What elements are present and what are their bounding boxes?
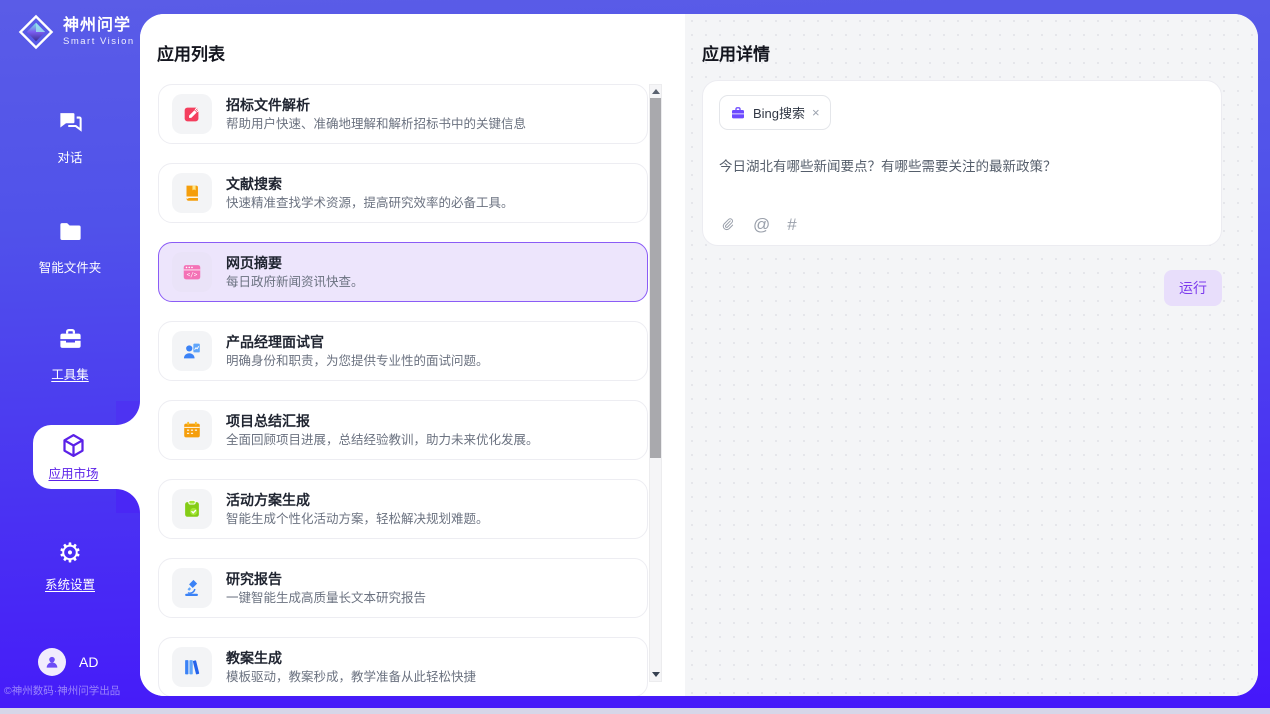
bubble-curve-bottom [116,489,140,513]
copyright-text: ©神州数码·神州问学出品 [4,683,120,698]
app-card-event-plan[interactable]: 活动方案生成 智能生成个性化活动方案，轻松解决规划难题。 [158,479,648,539]
app-detail-panel: 应用详情 Bing搜索 × 今日湖北有哪些新闻要点？有哪些需要关注的最新政策？ [685,14,1258,696]
scrollbar-thumb[interactable] [650,98,661,458]
tool-tag-label: Bing搜索 [753,103,805,122]
user-name: AD [79,654,98,670]
browser-code-icon: </> [181,261,203,283]
app-name: 项目总结汇报 [226,414,539,428]
scrollbar-up-button[interactable] [650,85,661,98]
gear-icon: ⚙ [58,538,82,568]
app-list: 招标文件解析 帮助用户快速、准确地理解和解析招标书中的关键信息 文献搜索 [158,84,648,696]
bubble-curve-top [116,401,140,425]
prompt-toolbar: @ # [719,216,797,233]
paperclip-icon[interactable] [719,216,736,233]
app-description: 全面回顾项目进展，总结经验教训，助力未来优化发展。 [226,434,539,447]
brand-logo: 神州问学 Smart Vision [16,12,135,52]
briefcase-icon [730,105,746,121]
user-account[interactable]: AD [38,648,98,676]
sidebar-item-toolset[interactable]: 工具集 [0,325,140,383]
sidebar-item-label: 系统设置 [0,574,140,593]
app-name: 教案生成 [226,651,476,665]
content-area: 应用列表 招标文件解析 帮助用户快速、准确地理解和解析招标书中的关键信息 [140,14,1258,696]
app-card-research-report[interactable]: 研究报告 一键智能生成高质量长文本研究报告 [158,558,648,618]
app-card-pm-interviewer[interactable]: 产品经理面试官 明确身份和职责，为您提供专业性的面试问题。 [158,321,648,381]
hash-icon[interactable]: # [787,216,796,233]
scrollbar-down-button[interactable] [650,668,661,681]
avatar[interactable] [38,648,66,676]
sidebar-item-settings[interactable]: ⚙ 系统设置 [0,540,140,593]
edit-document-icon [181,103,203,125]
book-icon [181,182,203,204]
sidebar: 神州问学 Smart Vision 对话 智能文件夹 工具集 [0,0,140,708]
diamond-logo-icon [16,12,56,52]
brand-subtitle: Smart Vision [63,36,135,47]
brand-name: 神州问学 [63,17,135,35]
person-icon [44,654,60,670]
tool-tag-bing-search[interactable]: Bing搜索 × [719,95,831,130]
sidebar-item-label: 对话 [0,147,140,166]
prompt-text[interactable]: 今日湖北有哪些新闻要点？有哪些需要关注的最新政策？ [719,155,1205,175]
app-name: 活动方案生成 [226,493,489,507]
app-description: 智能生成个性化活动方案，轻松解决规划难题。 [226,513,489,526]
clipboard-check-icon [181,498,203,520]
app-name: 招标文件解析 [226,98,526,112]
mention-icon[interactable]: @ [753,216,770,233]
app-card-lesson-plan[interactable]: 教案生成 模板驱动，教案秒成，教学准备从此轻松快捷 [158,637,648,696]
folder-icon [57,218,84,245]
sidebar-item-app-market[interactable]: 应用市场 [33,425,140,489]
microscope-icon [181,577,203,599]
chat-icon [57,108,84,135]
app-card-bid-document-parse[interactable]: 招标文件解析 帮助用户快速、准确地理解和解析招标书中的关键信息 [158,84,648,144]
close-icon[interactable]: × [812,106,820,119]
app-name: 产品经理面试官 [226,335,489,349]
app-description: 每日政府新闻资讯快查。 [226,276,364,289]
app-window: 神州问学 Smart Vision 对话 智能文件夹 工具集 [0,0,1270,708]
svg-text:</>: </> [187,271,198,278]
app-card-literature-search[interactable]: 文献搜索 快速精准查找学术资源，提高研究效率的必备工具。 [158,163,648,223]
app-description: 快速精准查找学术资源，提高研究效率的必备工具。 [226,197,514,210]
prompt-card[interactable]: Bing搜索 × 今日湖北有哪些新闻要点？有哪些需要关注的最新政策？ @ # [702,80,1222,246]
cube-icon [60,432,87,459]
app-card-web-summary[interactable]: </> 网页摘要 每日政府新闻资讯快查。 [158,242,648,302]
sidebar-item-label: 应用市场 [48,463,98,482]
app-list-panel: 应用列表 招标文件解析 帮助用户快速、准确地理解和解析招标书中的关键信息 [140,14,685,696]
app-description: 帮助用户快速、准确地理解和解析招标书中的关键信息 [226,118,526,131]
app-description: 一键智能生成高质量长文本研究报告 [226,592,426,605]
app-card-project-summary[interactable]: 项目总结汇报 全面回顾项目进展，总结经验教训，助力未来优化发展。 [158,400,648,460]
sidebar-item-smart-folder[interactable]: 智能文件夹 [0,218,140,276]
interviewer-icon [181,340,203,362]
app-list-title: 应用列表 [157,40,225,65]
toolbox-icon [57,325,84,352]
app-name: 研究报告 [226,572,426,586]
app-description: 模板驱动，教案秒成，教学准备从此轻松快捷 [226,671,476,684]
app-name: 文献搜索 [226,177,514,191]
app-name: 网页摘要 [226,256,364,270]
sidebar-item-chat[interactable]: 对话 [0,108,140,166]
sidebar-item-label: 智能文件夹 [0,257,140,276]
run-button[interactable]: 运行 [1164,270,1222,306]
app-detail-title: 应用详情 [702,40,770,65]
app-description: 明确身份和职责，为您提供专业性的面试问题。 [226,355,489,368]
calendar-icon [181,419,203,441]
books-icon [181,656,203,678]
list-scrollbar[interactable] [649,84,662,682]
sidebar-item-label: 工具集 [0,364,140,383]
